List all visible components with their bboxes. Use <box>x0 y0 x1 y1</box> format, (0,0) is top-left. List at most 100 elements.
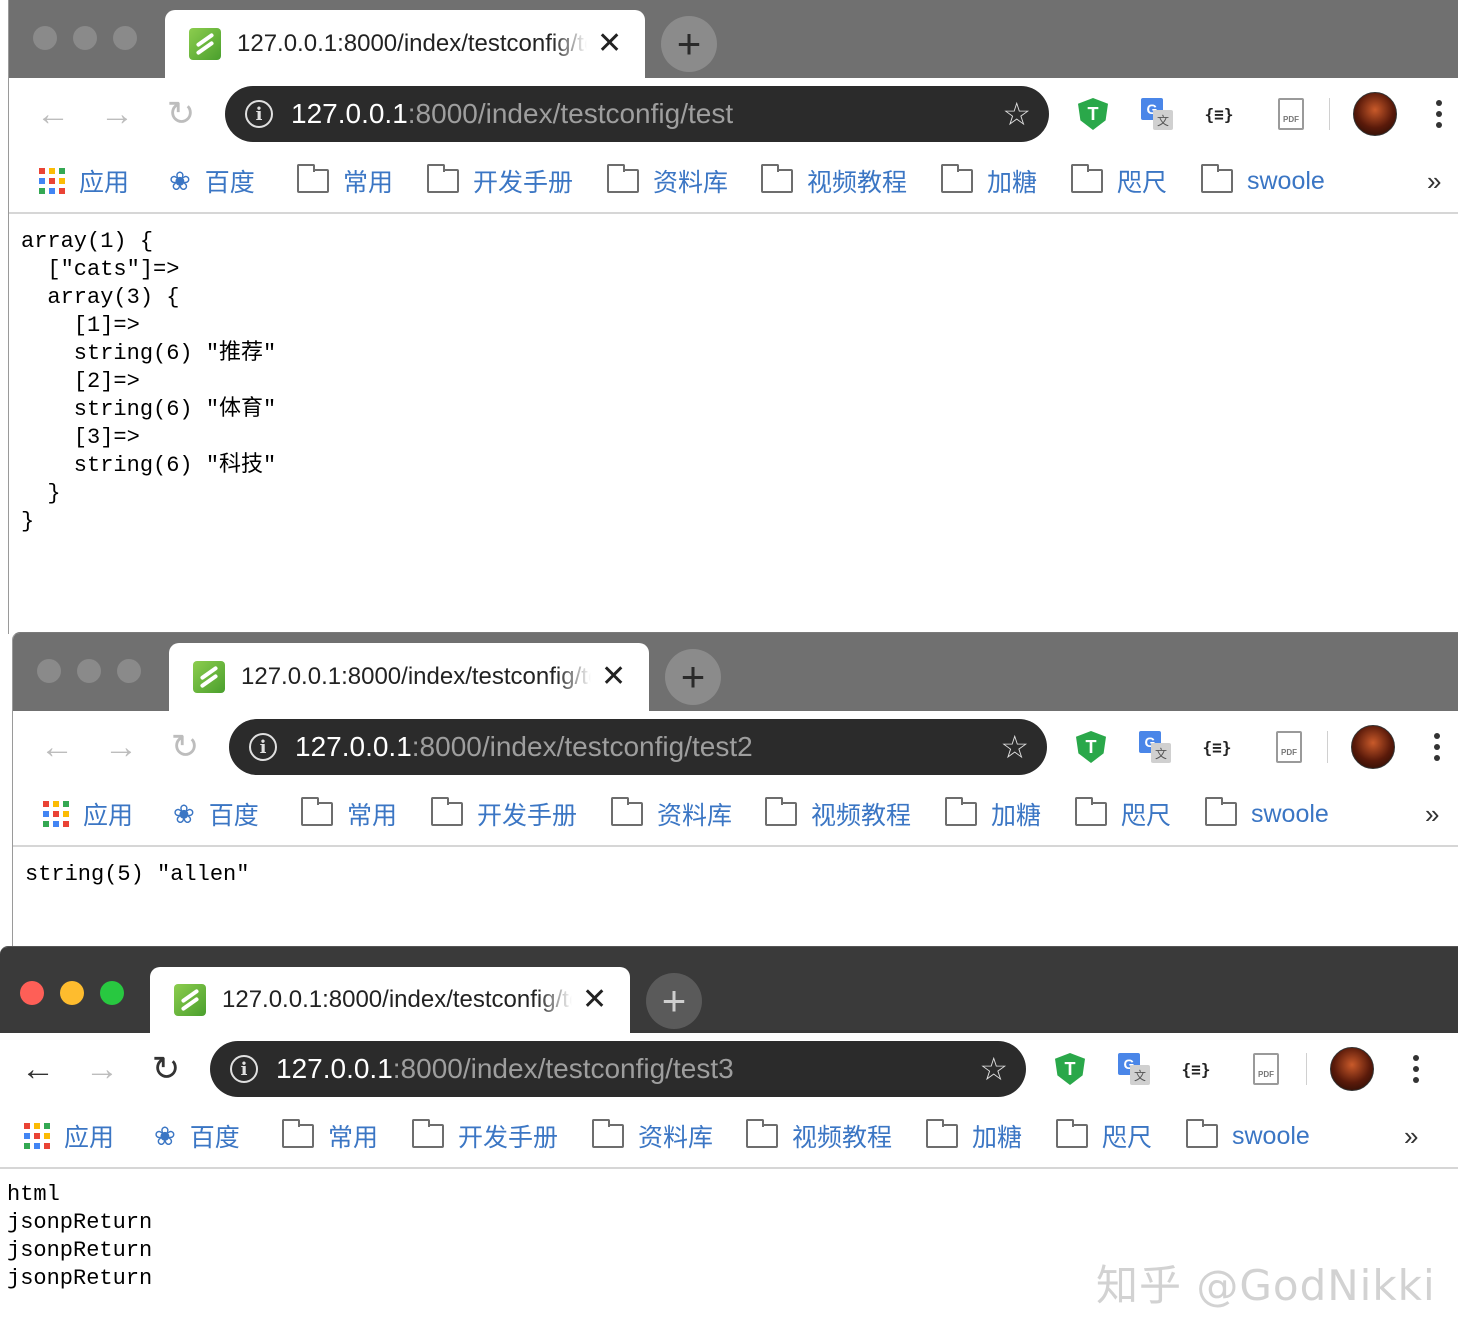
google-translate-icon[interactable]: G文 <box>1137 729 1173 765</box>
google-translate-icon[interactable]: G文 <box>1139 96 1175 132</box>
shield-extension-icon[interactable]: T <box>1052 1051 1088 1087</box>
pdf-extension-icon[interactable]: PDF <box>1271 729 1307 765</box>
close-tab-icon[interactable]: ✕ <box>601 662 626 692</box>
address-bar[interactable]: i 127.0.0.1:8000/index/testconfig/test2 … <box>229 719 1047 775</box>
google-translate-icon[interactable]: G文 <box>1116 1051 1152 1087</box>
bookmark-folder-library[interactable]: 资料库 <box>611 797 732 831</box>
tab-title: 127.0.0.1:8000/index/testconfig/test <box>241 663 591 690</box>
reload-icon[interactable]: ↻ <box>163 725 207 769</box>
bookmark-folder-library[interactable]: 资料库 <box>607 164 728 198</box>
bookmark-folder-zhichi[interactable]: 咫尺 <box>1075 797 1171 831</box>
bookmark-folder-jiatang[interactable]: 加糖 <box>926 1119 1022 1153</box>
more-bookmarks-icon[interactable]: » <box>1427 164 1441 198</box>
bookmark-folder-zhichi[interactable]: 咫尺 <box>1071 164 1167 198</box>
page-output: string(5) "allen" <box>25 862 250 887</box>
apps-grid-icon <box>24 1123 50 1149</box>
profile-avatar[interactable] <box>1353 92 1397 136</box>
shield-extension-icon[interactable]: T <box>1075 96 1111 132</box>
more-bookmarks-icon[interactable]: » <box>1425 797 1439 831</box>
new-tab-button[interactable]: + <box>661 16 717 72</box>
folder-icon <box>1186 1119 1218 1148</box>
bookmark-folder-devmanual[interactable]: 开发手册 <box>412 1119 558 1153</box>
bookmark-star-icon[interactable]: ☆ <box>1000 729 1029 765</box>
bookmarks-bar: 应用 ❀ 百度 常用 开发手册 资料库 视频教程 加糖 咫尺 swoole » <box>9 150 1458 214</box>
tab-title: 127.0.0.1:8000/index/testconfig/test <box>237 30 587 57</box>
bookmark-folder-jiatang[interactable]: 加糖 <box>945 797 1041 831</box>
reload-icon[interactable]: ↻ <box>144 1047 188 1091</box>
toolbar-divider <box>1306 1053 1307 1085</box>
back-arrow-icon[interactable]: ← <box>35 725 79 769</box>
new-tab-button[interactable]: + <box>665 649 721 705</box>
profile-avatar[interactable] <box>1351 725 1395 769</box>
reload-icon[interactable]: ↻ <box>159 92 203 136</box>
json-formatter-icon[interactable]: {≡} <box>1178 1051 1214 1087</box>
profile-avatar[interactable] <box>1330 1047 1374 1091</box>
address-bar[interactable]: i 127.0.0.1:8000/index/testconfig/test3 … <box>210 1041 1026 1097</box>
browser-window-2: 127.0.0.1:8000/index/testconfig/test ✕ +… <box>12 632 1458 950</box>
browser-menu-icon[interactable] <box>1429 92 1449 136</box>
bookmark-folder-common[interactable]: 常用 <box>297 164 393 198</box>
folder-icon <box>611 797 643 826</box>
pdf-extension-icon[interactable]: PDF <box>1273 96 1309 132</box>
bookmark-folder-videos[interactable]: 视频教程 <box>765 797 911 831</box>
bookmark-folder-common[interactable]: 常用 <box>282 1119 378 1153</box>
bookmark-star-icon[interactable]: ☆ <box>979 1051 1008 1087</box>
tab-strip: 127.0.0.1:8000/index/testconfig/test ✕ + <box>13 633 1458 711</box>
close-tab-icon[interactable]: ✕ <box>597 29 622 59</box>
bookmark-folder-zhichi[interactable]: 咫尺 <box>1056 1119 1152 1153</box>
minimize-window-button[interactable] <box>77 659 101 683</box>
browser-menu-icon[interactable] <box>1427 725 1447 769</box>
tab-strip: 127.0.0.1:8000/index/testconfig/test ✕ + <box>0 947 1458 1033</box>
minimize-window-button[interactable] <box>73 26 97 50</box>
bookmark-apps[interactable]: 应用 <box>24 1119 114 1153</box>
forward-arrow-icon[interactable]: → <box>99 725 143 769</box>
close-window-button[interactable] <box>33 26 57 50</box>
bookmark-baidu[interactable]: ❀ 百度 <box>154 1119 240 1153</box>
zoom-window-button[interactable] <box>113 26 137 50</box>
forward-arrow-icon[interactable]: → <box>95 92 139 136</box>
bookmark-folder-swoole[interactable]: swoole <box>1186 1119 1310 1153</box>
bookmark-apps[interactable]: 应用 <box>39 164 129 198</box>
active-tab[interactable]: 127.0.0.1:8000/index/testconfig/test ✕ <box>150 967 630 1033</box>
forward-arrow-icon[interactable]: → <box>80 1047 124 1091</box>
json-formatter-icon[interactable]: {≡} <box>1199 729 1235 765</box>
shield-extension-icon[interactable]: T <box>1073 729 1109 765</box>
active-tab[interactable]: 127.0.0.1:8000/index/testconfig/test ✕ <box>165 10 645 78</box>
apps-grid-icon <box>39 168 65 194</box>
active-tab[interactable]: 127.0.0.1:8000/index/testconfig/test ✕ <box>169 643 649 711</box>
site-info-icon[interactable]: i <box>249 733 277 761</box>
bookmark-folder-library[interactable]: 资料库 <box>592 1119 713 1153</box>
bookmark-folder-devmanual[interactable]: 开发手册 <box>431 797 577 831</box>
new-tab-button[interactable]: + <box>646 973 702 1029</box>
close-window-button[interactable] <box>37 659 61 683</box>
bookmark-apps[interactable]: 应用 <box>43 797 133 831</box>
back-arrow-icon[interactable]: ← <box>16 1047 60 1091</box>
address-bar[interactable]: i 127.0.0.1:8000/index/testconfig/test ☆ <box>225 86 1049 142</box>
json-formatter-icon[interactable]: {≡} <box>1201 96 1237 132</box>
bookmark-folder-videos[interactable]: 视频教程 <box>761 164 907 198</box>
close-window-button[interactable] <box>20 981 44 1005</box>
browser-menu-icon[interactable] <box>1406 1047 1426 1091</box>
bookmark-folder-jiatang[interactable]: 加糖 <box>941 164 1037 198</box>
browser-window-1: 127.0.0.1:8000/index/testconfig/test ✕ +… <box>8 0 1458 634</box>
zoom-window-button[interactable] <box>100 981 124 1005</box>
bookmark-folder-common[interactable]: 常用 <box>301 797 397 831</box>
toolbar-divider <box>1327 731 1328 763</box>
folder-icon <box>297 164 329 193</box>
bookmark-folder-swoole[interactable]: swoole <box>1201 164 1325 198</box>
site-info-icon[interactable]: i <box>230 1055 258 1083</box>
more-bookmarks-icon[interactable]: » <box>1404 1119 1418 1153</box>
back-arrow-icon[interactable]: ← <box>31 92 75 136</box>
zoom-window-button[interactable] <box>117 659 141 683</box>
tab-strip: 127.0.0.1:8000/index/testconfig/test ✕ + <box>9 0 1458 78</box>
bookmark-folder-devmanual[interactable]: 开发手册 <box>427 164 573 198</box>
bookmark-folder-videos[interactable]: 视频教程 <box>746 1119 892 1153</box>
bookmark-folder-swoole[interactable]: swoole <box>1205 797 1329 831</box>
bookmark-star-icon[interactable]: ☆ <box>1002 96 1031 132</box>
bookmark-baidu[interactable]: ❀ 百度 <box>169 164 255 198</box>
site-info-icon[interactable]: i <box>245 100 273 128</box>
pdf-extension-icon[interactable]: PDF <box>1248 1051 1284 1087</box>
minimize-window-button[interactable] <box>60 981 84 1005</box>
close-tab-icon[interactable]: ✕ <box>582 985 607 1015</box>
bookmark-baidu[interactable]: ❀ 百度 <box>173 797 259 831</box>
